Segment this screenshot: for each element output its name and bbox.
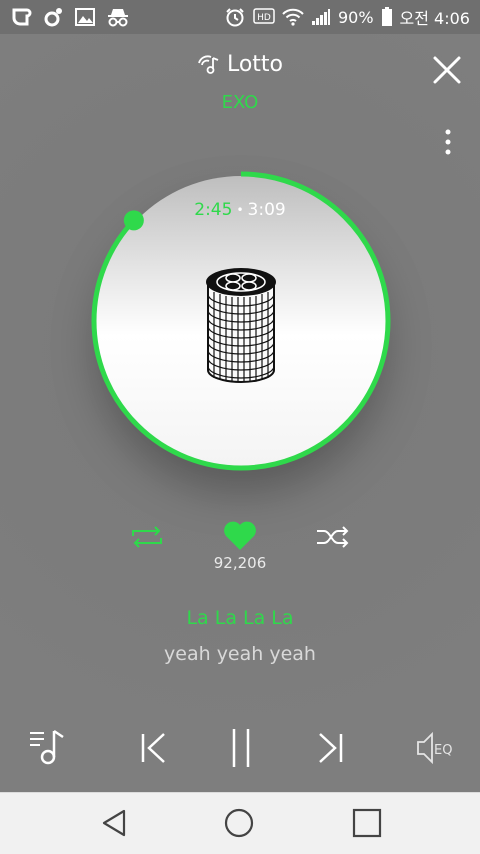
total-time: 3:09 [247,200,286,220]
clock: 오전 4:06 [399,9,470,28]
repeat-icon [132,526,162,548]
previous-button[interactable] [136,730,170,766]
track-title-text: Lotto [226,52,284,77]
more-vertical-icon [445,129,451,155]
playlist-button[interactable] [24,726,70,768]
back-icon [102,809,126,837]
lyric-current-line[interactable]: La La La La [0,607,480,629]
like-count: 92,206 [213,554,267,572]
artist-name[interactable]: EXO [0,92,480,113]
music-app-icon [42,6,64,28]
equalizer-button[interactable]: EQ [414,730,460,766]
hd-voice-icon: HD [253,8,275,26]
recents-icon [352,808,382,838]
equalizer-icon: EQ [417,731,452,765]
battery-percent: 90% [337,7,374,27]
shuffle-icon [317,526,349,548]
status-bar: HD 90% 오전 4:06 [0,0,480,34]
onestore-icon [10,6,32,28]
track-title: Lotto [0,52,480,77]
shuffle-button[interactable] [314,522,352,552]
playback-time: 2:45 • 3:09 [0,200,480,220]
home-button[interactable] [219,803,259,843]
pause-button[interactable] [226,726,256,770]
gallery-icon [74,6,96,28]
album-art [206,268,276,383]
system-nav-bar [0,792,480,854]
wifi-icon [282,7,304,27]
alarm-icon [224,6,246,28]
pause-icon [232,729,250,767]
close-icon [433,56,461,84]
eq-label: EQ [434,743,452,758]
signal-icon [311,8,331,26]
current-time: 2:45 [194,200,233,220]
skip-previous-icon [141,733,165,763]
next-button[interactable] [314,730,348,766]
like-button[interactable] [220,518,260,554]
time-separator: • [236,203,244,217]
lyric-next-line[interactable]: yeah yeah yeah [0,643,480,665]
home-icon [224,808,254,838]
music-note-icon [197,54,221,76]
recents-button[interactable] [347,803,387,843]
playlist-icon [30,729,64,765]
hd-label: HD [257,13,271,23]
skip-next-icon [319,733,343,763]
repeat-button[interactable] [128,522,166,552]
more-options-button[interactable] [436,128,460,156]
back-button[interactable] [94,803,134,843]
heart-icon [224,521,256,550]
incognito-icon [106,6,130,28]
close-button[interactable] [432,55,462,85]
battery-icon [381,7,393,27]
